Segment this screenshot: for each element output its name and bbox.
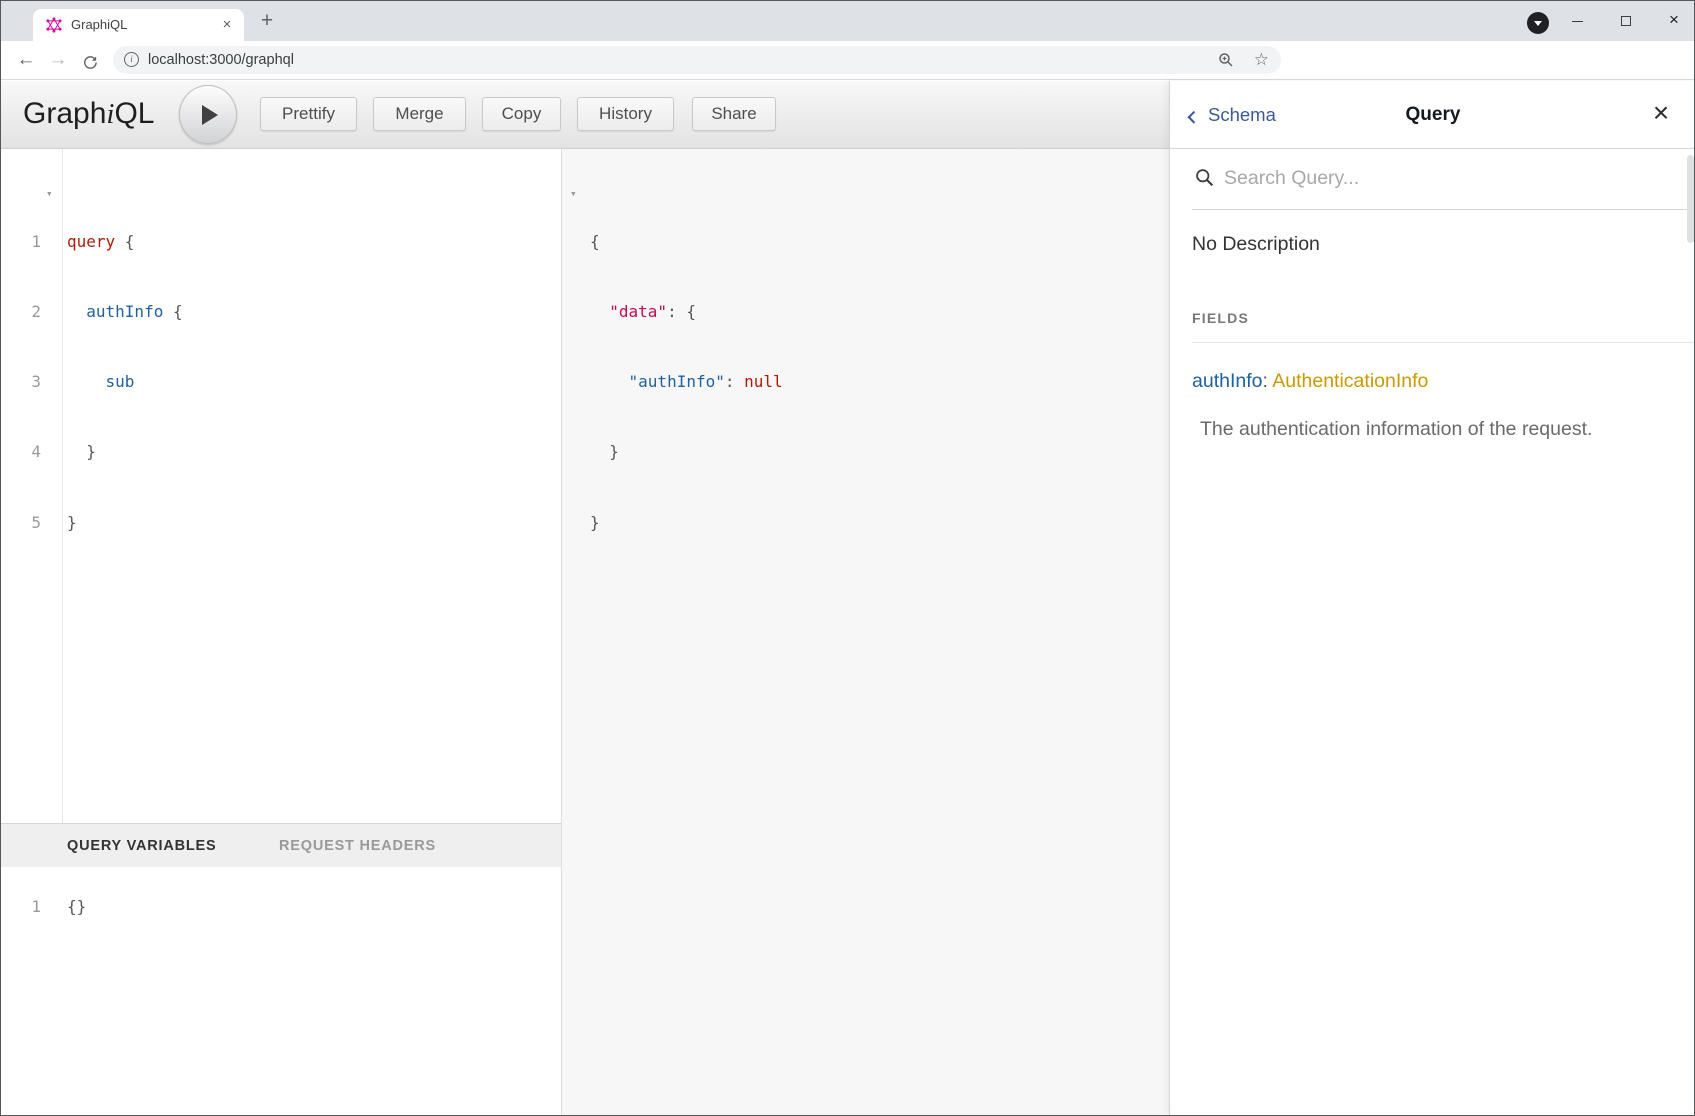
variables-tab-bar: QUERY VARIABLES REQUEST HEADERS (1, 823, 561, 867)
variables-section: QUERY VARIABLES REQUEST HEADERS 1 {} (1, 823, 561, 1116)
back-button[interactable]: ← (11, 45, 41, 75)
tab-strip: GraphiQL × + × (1, 1, 1694, 41)
search-divider (1192, 209, 1695, 210)
tab-query-variables[interactable]: QUERY VARIABLES (67, 824, 217, 868)
field-name-link[interactable]: authInfo (1192, 370, 1262, 392)
address-bar[interactable]: i localhost:3000/graphql ☆ (113, 46, 1281, 74)
maximize-button[interactable] (1609, 1, 1643, 41)
prettify-button[interactable]: Prettify (260, 97, 357, 131)
docs-header: Schema Query × (1170, 81, 1695, 149)
close-button[interactable]: × (1657, 1, 1691, 41)
field-row: authInfo: AuthenticationInfo (1192, 370, 1428, 393)
code-line: } (590, 440, 783, 463)
url-text: localhost:3000/graphql (148, 46, 294, 74)
graphiql-topbar: GraphiQL Prettify Merge Copy History Sha… (1, 81, 1169, 149)
reload-icon (82, 54, 99, 71)
field-description: The authentication information of the re… (1200, 418, 1592, 441)
zoom-page-icon[interactable] (1217, 51, 1235, 74)
variables-editor[interactable]: {} (67, 895, 86, 918)
docs-title: Query (1170, 81, 1695, 148)
browser-tab[interactable]: GraphiQL × (33, 9, 244, 41)
forward-button[interactable]: → (43, 45, 73, 75)
query-code[interactable]: query { authInfo { sub } } (67, 183, 183, 581)
code-line: "data": { (590, 300, 783, 323)
bookmark-star-icon[interactable]: ☆ (1254, 46, 1269, 74)
search-icon (1194, 167, 1215, 193)
code-line: authInfo { (67, 300, 183, 323)
docs-panel: Schema Query × No Description FIELDS aut… (1169, 81, 1695, 1116)
graphiql-page: GraphiQL Prettify Merge Copy History Sha… (1, 81, 1694, 1116)
docs-scrollbar[interactable] (1687, 155, 1694, 243)
code-line: } (67, 440, 183, 463)
query-editor[interactable]: 1 2 3 4 5 ▾ query { authInfo { sub } } (1, 149, 561, 823)
tab-title: GraphiQL (71, 9, 127, 41)
reload-button[interactable] (75, 45, 105, 75)
tab-close-icon[interactable]: × (218, 16, 236, 34)
code-line: "authInfo": null (590, 370, 783, 393)
browser-toolbar: ← → i localhost:3000/graphql ☆ uO (1, 41, 1694, 80)
new-tab-button[interactable]: + (253, 8, 281, 35)
code-line: query { (67, 230, 183, 253)
docs-search-input[interactable] (1224, 161, 1624, 195)
code-line: } (67, 511, 183, 534)
share-button[interactable]: Share (692, 97, 776, 131)
fields-section-header: FIELDS (1192, 310, 1249, 326)
page-info-icon[interactable]: i (124, 52, 139, 67)
play-icon (202, 105, 218, 125)
minimize-button[interactable] (1561, 1, 1595, 41)
fold-arrow-icon[interactable]: ▾ (46, 188, 53, 199)
copy-button[interactable]: Copy (482, 97, 561, 131)
variables-line-number: 1 (1, 895, 41, 918)
graphiql-logo: GraphiQL (23, 81, 154, 147)
minimize-icon (1572, 21, 1583, 22)
history-button[interactable]: History (577, 97, 674, 131)
result-fold-arrow-icon[interactable]: ▾ (570, 188, 577, 199)
chevron-down-icon (1534, 21, 1542, 26)
field-type-link[interactable]: AuthenticationInfo (1272, 370, 1428, 392)
gutter-divider (62, 149, 63, 823)
merge-button[interactable]: Merge (373, 97, 466, 131)
field-separator: : (1262, 370, 1272, 392)
line-numbers: 1 2 3 4 5 (1, 183, 41, 581)
maximize-icon (1621, 16, 1631, 26)
code-line: sub (67, 370, 183, 393)
type-description: No Description (1192, 233, 1320, 256)
browser-update-icon[interactable] (1527, 12, 1549, 34)
docs-close-icon[interactable]: × (1640, 81, 1682, 145)
code-line: } (590, 511, 783, 534)
fields-divider (1192, 342, 1695, 343)
execute-query-button[interactable] (179, 85, 237, 144)
result-pane: ▾ { "data": { "authInfo": null } } (561, 149, 1169, 1116)
browser-window: GraphiQL × + × ← → i localhost:3000/grap… (0, 0, 1695, 1116)
tab-request-headers[interactable]: REQUEST HEADERS (279, 824, 436, 868)
result-code: { "data": { "authInfo": null } } (590, 183, 783, 581)
code-line: { (590, 230, 783, 253)
graphql-favicon-icon (46, 17, 62, 33)
